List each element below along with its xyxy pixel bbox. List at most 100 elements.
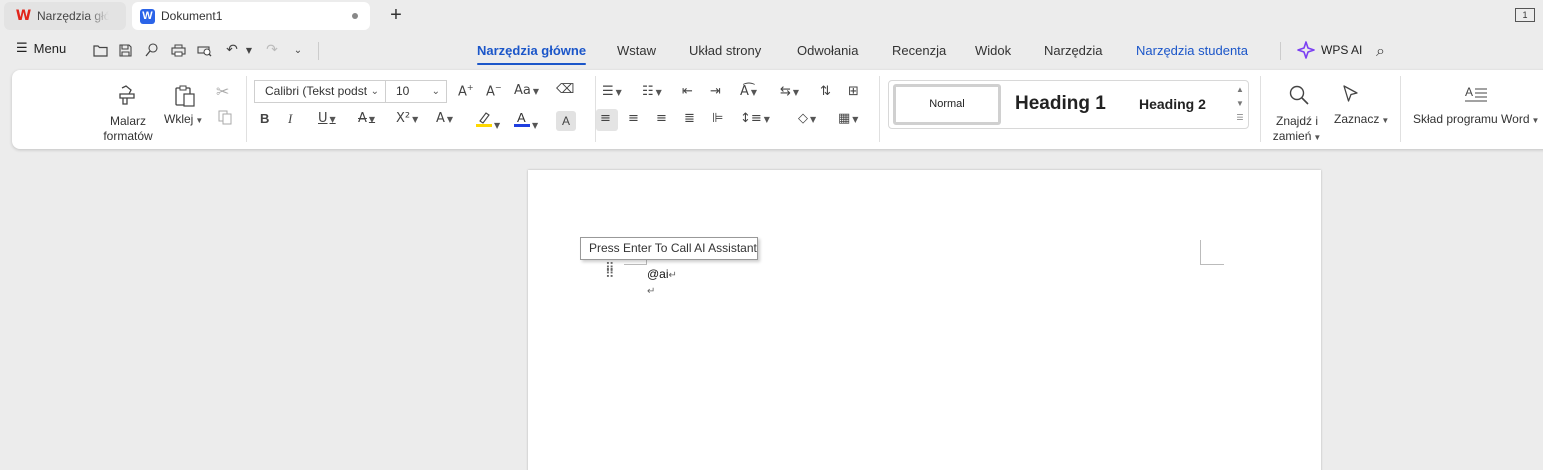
find-replace-label: Znajdź i zamień — [1272, 114, 1319, 143]
tab-home[interactable]: Narzędzia główne — [477, 43, 587, 65]
change-case-icon[interactable]: Aa ▼ — [514, 83, 539, 98]
wps-ai-star-icon — [1297, 41, 1315, 59]
ai-assistant-tooltip: Press Enter To Call AI Assistant — [580, 237, 758, 260]
paste-button[interactable]: Wklej ▼ — [164, 112, 203, 128]
tab-label: Narzędzia głó — [37, 9, 109, 23]
numbered-list-icon[interactable]: ☷ ▼ — [642, 84, 662, 99]
format-painter-label[interactable]: Malarz formatów — [98, 114, 158, 144]
print-preview-icon[interactable] — [196, 42, 212, 58]
italic-icon[interactable]: I — [288, 111, 292, 127]
text-effects-icon[interactable]: A ▼ — [436, 111, 453, 126]
word-layout-icon[interactable]: A — [1464, 84, 1488, 108]
hamburger-icon: ☰ — [16, 41, 28, 56]
select-cursor-icon[interactable] — [1341, 84, 1361, 108]
copy-icon[interactable] — [218, 110, 232, 129]
shrink-font-icon[interactable]: A− — [486, 83, 502, 99]
menu-label: Menu — [33, 41, 67, 56]
tab-home-tools[interactable]: W Narzędzia głó — [4, 2, 126, 30]
new-tab-button[interactable]: + — [386, 5, 406, 25]
undo-dropdown-icon[interactable]: ▼ — [241, 42, 257, 58]
margin-corner-mark — [1200, 240, 1224, 265]
redo-icon[interactable]: ↷ — [264, 42, 280, 58]
more-styles-icon[interactable]: ☰ — [1236, 111, 1244, 125]
tab-tools[interactable]: Narzędzia — [1044, 43, 1103, 58]
bullet-list-icon[interactable]: ☰ ▼ — [602, 84, 622, 99]
undo-icon[interactable]: ↶ — [224, 42, 240, 58]
ltr-rtl-icon[interactable]: ⇆ ▼ — [780, 84, 799, 99]
search-icon[interactable]: ⌕ — [1376, 41, 1385, 61]
style-heading-2[interactable]: Heading 2 — [1139, 96, 1206, 112]
style-heading-1[interactable]: Heading 1 — [1015, 93, 1106, 115]
underline-icon[interactable]: U ▼ — [318, 111, 336, 126]
styles-scroll[interactable]: ▲ ▼ ☰ — [1236, 83, 1244, 125]
page-indicator-button[interactable]: 1 — [1515, 8, 1535, 22]
unsaved-dot-icon[interactable] — [352, 13, 358, 19]
shading-icon[interactable]: ◇ ▼ — [798, 111, 816, 126]
sort-icon[interactable]: ⇅ — [820, 84, 831, 99]
tab-page-layout[interactable]: Układ strony — [689, 43, 761, 58]
quick-access-more-icon[interactable]: ⌄ — [290, 42, 306, 58]
divider — [1400, 76, 1401, 142]
increase-indent-icon[interactable]: ⇥ — [710, 84, 721, 99]
open-folder-icon[interactable] — [92, 42, 108, 58]
document-text: @ai — [647, 267, 669, 281]
justify-icon[interactable]: ≣ — [684, 111, 695, 126]
document-line[interactable]: ↵ — [647, 283, 655, 297]
show-marks-icon[interactable]: ⊞ — [848, 84, 859, 99]
font-color-icon[interactable]: A ▼ — [514, 110, 538, 132]
tab-review[interactable]: Recenzja — [892, 43, 946, 58]
tab-view[interactable]: Widok — [975, 43, 1011, 58]
ribbon-toolbar: Malarz formatów Wklej ▼ ✂ Calibri (Tekst … — [12, 70, 1543, 149]
tab-document[interactable]: W Dokument1 — [132, 2, 370, 30]
menu-button[interactable]: ☰ Menu — [16, 41, 66, 56]
chevron-up-icon[interactable]: ▲ — [1236, 83, 1244, 97]
style-normal[interactable]: Normal — [893, 84, 1001, 125]
find-icon[interactable] — [1288, 84, 1310, 111]
line-spacing-icon[interactable]: ↕≡ ▼ — [740, 111, 770, 126]
save-icon[interactable] — [117, 42, 133, 58]
title-bar: W Narzędzia głó W Dokument1 + 1 — [0, 0, 1543, 32]
wps-ai-button[interactable]: WPS AI — [1297, 41, 1362, 59]
highlight-icon[interactable]: ▼ — [476, 110, 500, 132]
text-direction-icon[interactable]: A͡ ▼ — [740, 84, 757, 99]
borders-icon[interactable]: ▦ ▼ — [838, 111, 858, 126]
export-pdf-icon[interactable] — [143, 42, 159, 58]
distributed-icon[interactable]: ⊫ — [712, 111, 723, 126]
character-shading-icon[interactable]: A — [556, 111, 576, 131]
align-right-icon[interactable]: ≡ — [656, 111, 667, 126]
chevron-down-icon[interactable]: ▼ — [1236, 97, 1244, 111]
paragraph-drag-handle-icon[interactable]: ⠿ ⠿ — [605, 262, 614, 281]
document-line[interactable]: @ai↵ — [647, 267, 677, 281]
format-painter-icon[interactable] — [116, 84, 138, 111]
chevron-down-icon: ⌄ — [431, 86, 440, 97]
paste-icon[interactable] — [173, 84, 197, 112]
tab-references[interactable]: Odwołania — [797, 43, 858, 58]
clear-formatting-icon[interactable]: ⌫ — [556, 82, 574, 97]
divider — [318, 42, 319, 60]
menu-bar: ☰ Menu ↶ ▼ ↷ ⌄ Narzędzia główne Wstaw Uk… — [0, 33, 1543, 67]
word-layout-button[interactable]: Skład programu Word ▼ — [1413, 112, 1539, 128]
styles-gallery: Normal Heading 1 Heading 2 ▲ ▼ ☰ — [888, 80, 1249, 129]
find-replace-button[interactable]: Znajdź i zamień ▼ — [1268, 114, 1326, 145]
tab-insert[interactable]: Wstaw — [617, 43, 656, 58]
decrease-indent-icon[interactable]: ⇤ — [682, 84, 693, 99]
divider — [1280, 42, 1281, 60]
font-size-combo[interactable]: 10 ⌄ — [385, 80, 447, 103]
wps-logo-icon: W — [15, 8, 32, 24]
select-label: Zaznacz — [1334, 112, 1380, 126]
grow-font-icon[interactable]: A+ — [458, 83, 474, 99]
superscript-icon[interactable]: X² ▼ — [396, 111, 418, 126]
bold-icon[interactable]: B — [260, 111, 269, 126]
font-name-combo[interactable]: Calibri (Tekst podst ⌄ — [254, 80, 386, 103]
strikethrough-icon[interactable]: A ▼ — [358, 111, 375, 126]
tab-student-tools[interactable]: Narzędzia studenta — [1136, 43, 1248, 58]
print-icon[interactable] — [170, 42, 186, 58]
tab-label: Dokument1 — [161, 9, 223, 23]
cut-icon[interactable]: ✂ — [216, 82, 229, 101]
document-page[interactable] — [528, 170, 1321, 470]
word-layout-label: Skład programu Word — [1413, 112, 1530, 126]
wps-ai-label: WPS AI — [1321, 43, 1363, 57]
align-center-icon[interactable]: ≡ — [628, 111, 639, 126]
select-button[interactable]: Zaznacz ▼ — [1334, 112, 1389, 128]
divider — [246, 76, 247, 142]
